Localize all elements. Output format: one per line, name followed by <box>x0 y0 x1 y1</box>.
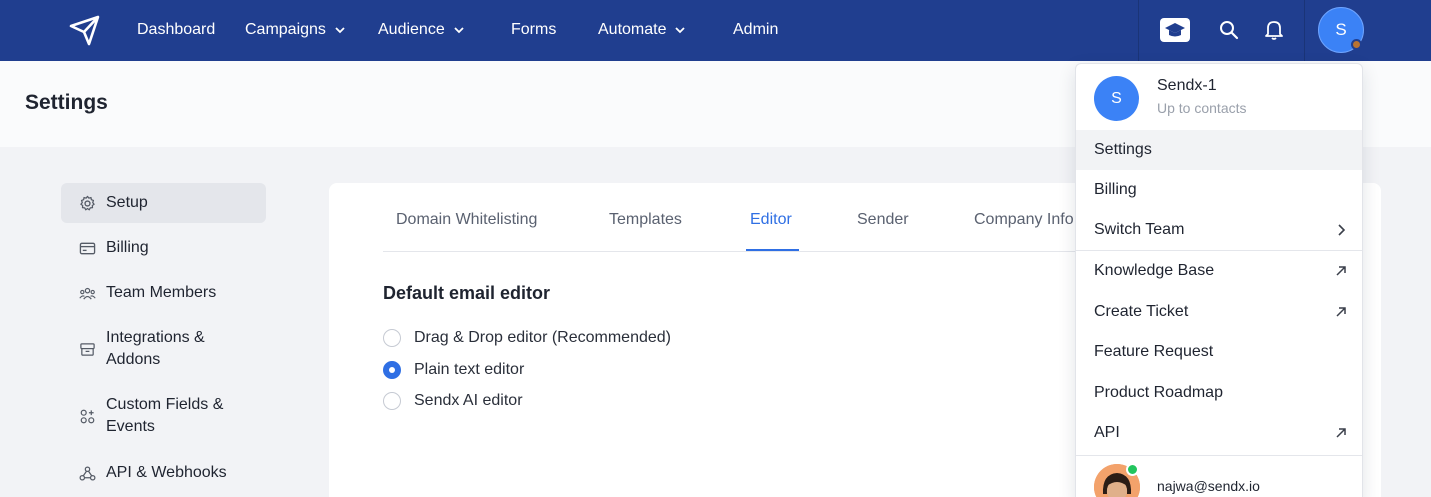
tab-templates[interactable]: Templates <box>609 211 682 229</box>
menu-item-label: Billing <box>1094 181 1137 198</box>
search-button[interactable] <box>1213 14 1245 46</box>
menu-item-feature-request[interactable]: Feature Request <box>1076 332 1362 372</box>
menu-item-knowledge-base[interactable]: Knowledge Base <box>1076 251 1362 291</box>
menu-item-label: Product Roadmap <box>1094 384 1223 401</box>
nav-forms-label: Forms <box>511 21 557 38</box>
menu-item-label: Knowledge Base <box>1094 262 1215 279</box>
sidebar-item-label: Integrations & Addons <box>106 329 205 368</box>
sidebar-item-label: Team Members <box>106 284 217 301</box>
card-icon <box>79 242 96 255</box>
menu-item-label: API <box>1094 424 1120 441</box>
nav-campaigns-label: Campaigns <box>245 21 326 38</box>
tab-sender[interactable]: Sender <box>857 211 909 229</box>
radio-button[interactable] <box>383 392 401 410</box>
option-plain-text-editor[interactable]: Plain text editor <box>383 361 524 379</box>
nav-admin[interactable]: Admin <box>733 19 778 41</box>
nav-audience[interactable]: Audience <box>378 19 465 41</box>
menu-item-create-ticket[interactable]: Create Ticket <box>1076 292 1362 332</box>
avatar-letter: S <box>1335 20 1347 39</box>
team-icon <box>79 287 96 300</box>
menu-item-label: Settings <box>1094 141 1152 158</box>
account-dropdown-menu: S Sendx-1 Up to contacts Settings Billin… <box>1075 63 1363 497</box>
integrations-icon <box>80 343 95 356</box>
top-nav: Dashboard Campaigns Audience Forms Autom… <box>0 0 1431 61</box>
sidebar-item-integrations[interactable]: Integrations & Addons <box>61 317 251 381</box>
nav-campaigns[interactable]: Campaigns <box>245 19 346 41</box>
nav-forms[interactable]: Forms <box>511 19 556 41</box>
current-user[interactable]: najwa@sendx.io <box>1076 456 1362 497</box>
nav-dashboard-label: Dashboard <box>137 21 216 38</box>
team-avatar: S <box>1094 76 1139 121</box>
sidebar-item-custom-fields[interactable]: Custom Fields & Events <box>61 384 251 448</box>
nav-audience-label: Audience <box>378 21 445 38</box>
radio-button[interactable] <box>383 329 401 347</box>
nav-automate-label: Automate <box>598 21 667 38</box>
tabs-divider <box>383 251 1103 252</box>
radio-button-selected[interactable] <box>383 361 401 379</box>
team-header: S Sendx-1 Up to contacts <box>1076 64 1362 130</box>
menu-item-settings[interactable]: Settings <box>1076 130 1362 170</box>
nav-divider <box>1138 0 1139 61</box>
online-status-dot <box>1126 463 1139 476</box>
team-avatar-letter: S <box>1111 89 1122 107</box>
external-link-icon <box>1336 428 1346 438</box>
option-label: Sendx AI editor <box>414 392 523 409</box>
tab-company-info[interactable]: Company Info <box>974 211 1074 229</box>
sidebar-item-team-members[interactable]: Team Members <box>61 272 266 314</box>
bell-icon <box>1265 21 1283 40</box>
account-avatar-button[interactable]: S <box>1318 7 1364 53</box>
academy-button[interactable] <box>1159 14 1191 46</box>
nav-admin-label: Admin <box>733 21 779 38</box>
chevron-down-icon <box>454 27 464 34</box>
sidebar-item-setup[interactable]: Setup <box>61 183 266 223</box>
sidebar-item-api-webhooks[interactable]: API & Webhooks <box>61 452 266 494</box>
menu-item-label: Feature Request <box>1094 343 1214 360</box>
webhooks-icon <box>79 466 96 481</box>
gear-icon <box>80 195 95 211</box>
external-link-icon <box>1336 307 1346 317</box>
team-subtitle: Up to contacts <box>1157 100 1247 116</box>
menu-item-product-roadmap[interactable]: Product Roadmap <box>1076 373 1362 413</box>
nav-dashboard[interactable]: Dashboard <box>137 19 215 41</box>
external-link-icon <box>1336 266 1346 276</box>
section-title: Default email editor <box>383 283 551 303</box>
paper-plane-logo-icon[interactable] <box>67 12 103 48</box>
menu-item-switch-team[interactable]: Switch Team <box>1076 210 1362 250</box>
menu-item-label: Create Ticket <box>1094 303 1189 320</box>
sidebar-item-label: Setup <box>106 194 148 211</box>
chevron-down-icon <box>675 27 686 34</box>
sidebar-item-billing[interactable]: Billing <box>61 227 266 269</box>
graduation-cap-icon <box>1160 18 1190 42</box>
notifications-button[interactable] <box>1258 14 1290 46</box>
option-ai-editor[interactable]: Sendx AI editor <box>383 392 523 410</box>
team-name: Sendx-1 <box>1157 77 1217 94</box>
sidebar-item-label: API & Webhooks <box>106 464 227 481</box>
sidebar-item-label: Custom Fields & Events <box>106 396 224 435</box>
nav-divider <box>1304 0 1305 61</box>
option-label: Plain text editor <box>414 361 525 378</box>
menu-item-billing[interactable]: Billing <box>1076 170 1362 210</box>
option-label: Drag & Drop editor (Recommended) <box>414 329 671 346</box>
chevron-right-icon <box>1338 224 1346 236</box>
search-icon <box>1220 21 1239 40</box>
chevron-down-icon <box>335 27 345 34</box>
tab-editor[interactable]: Editor <box>750 211 792 229</box>
page-title: Settings <box>25 91 108 114</box>
nav-automate[interactable]: Automate <box>598 19 686 41</box>
sidebar-item-label: Billing <box>106 239 149 256</box>
option-drag-drop-editor[interactable]: Drag & Drop editor (Recommended) <box>383 329 671 347</box>
custom-fields-icon <box>80 409 95 424</box>
user-email: najwa@sendx.io <box>1157 478 1260 494</box>
tab-domain-whitelisting[interactable]: Domain Whitelisting <box>396 211 537 229</box>
status-dot <box>1351 39 1362 50</box>
menu-item-api[interactable]: API <box>1076 413 1362 453</box>
menu-item-label: Switch Team <box>1094 221 1185 238</box>
active-tab-indicator <box>746 249 799 251</box>
